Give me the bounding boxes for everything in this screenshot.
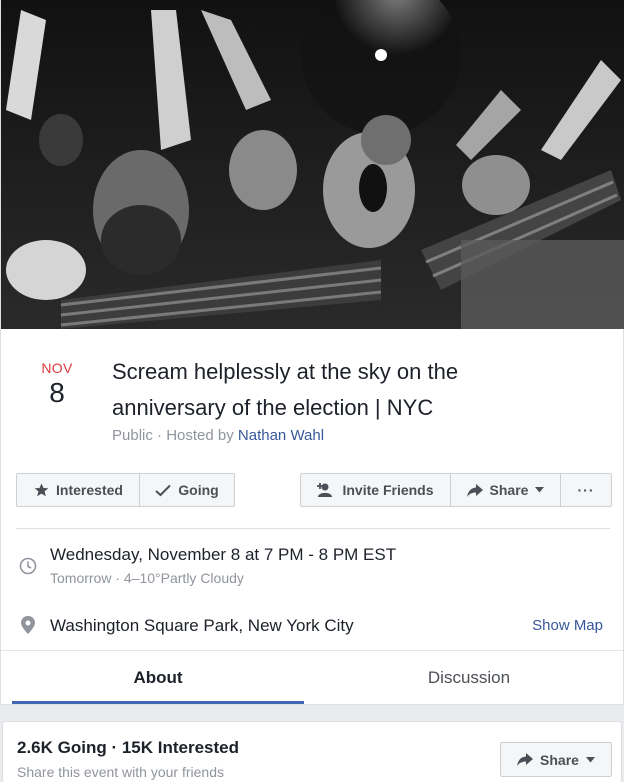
divider — [16, 528, 610, 529]
event-summary-card: 2.6K Going · 15K Interested Share this e… — [2, 721, 622, 782]
star-icon — [34, 483, 49, 497]
tab-about[interactable]: About — [12, 651, 304, 705]
more-options-button[interactable]: ··· — [560, 473, 612, 507]
share-arrow-icon — [517, 753, 534, 766]
interested-button[interactable]: Interested — [16, 473, 140, 507]
more-options-label: ··· — [577, 482, 595, 498]
event-hosting-line: Public · Hosted by Nathan Wahl — [112, 427, 324, 444]
event-location[interactable]: Washington Square Park, New York City — [50, 616, 354, 636]
event-day: 8 — [49, 377, 65, 408]
attendance-stats: 2.6K Going · 15K Interested — [17, 738, 239, 757]
active-tab-indicator — [12, 701, 304, 704]
caret-down-icon — [585, 756, 595, 762]
share-arrow-icon — [466, 483, 483, 497]
going-label: Going — [178, 482, 219, 498]
location-pin-icon — [21, 616, 35, 634]
summary-share-button[interactable]: Share — [500, 742, 612, 777]
cover-photo — [1, 0, 624, 329]
event-month: NOV — [41, 360, 73, 376]
event-date: NOV 8 — [31, 360, 83, 410]
hosted-by-text: · Hosted by — [152, 427, 238, 444]
check-icon — [155, 484, 171, 496]
add-person-icon — [317, 483, 333, 497]
summary-share-label: Share — [540, 751, 579, 768]
event-datetime: Wednesday, November 8 at 7 PM - 8 PM EST — [50, 545, 397, 564]
share-button[interactable]: Share — [450, 473, 560, 507]
event-title: Scream helplessly at the sky on the anni… — [112, 359, 459, 420]
host-link[interactable]: Nathan Wahl — [238, 427, 324, 444]
event-weather: Tomorrow · 4–10°Partly Cloudy — [50, 570, 244, 586]
invite-friends-button[interactable]: Invite Friends — [300, 473, 450, 507]
tab-discussion[interactable]: Discussion — [319, 651, 619, 705]
interested-label: Interested — [56, 482, 123, 498]
invite-friends-label: Invite Friends — [342, 482, 434, 498]
clock-icon — [19, 557, 37, 575]
caret-down-icon — [535, 487, 545, 493]
share-prompt: Share this event with your friends — [17, 764, 224, 780]
going-button[interactable]: Going — [139, 473, 235, 507]
event-privacy: Public — [112, 427, 153, 444]
share-label: Share — [489, 482, 529, 498]
event-card: NOV 8 Scream helplessly at the sky on th… — [0, 0, 624, 705]
show-map-link[interactable]: Show Map — [532, 617, 603, 634]
cover-photo-image — [1, 0, 624, 329]
